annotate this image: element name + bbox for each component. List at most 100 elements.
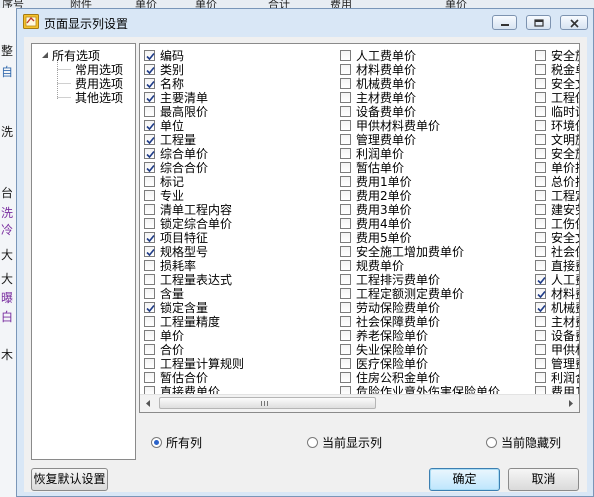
checkbox-checked[interactable] (144, 232, 155, 243)
checkbox-unchecked[interactable] (340, 232, 351, 243)
checkbox-unchecked[interactable] (340, 344, 351, 355)
column-option-label: 住房公积金单价 (356, 371, 441, 385)
checkbox-unchecked[interactable] (340, 358, 351, 369)
column-option-label: 机械费合价 (551, 301, 579, 315)
checkbox-unchecked[interactable] (340, 218, 351, 229)
close-button[interactable] (560, 15, 588, 30)
checkbox-unchecked[interactable] (340, 64, 351, 75)
checkbox-unchecked[interactable] (340, 246, 351, 257)
checkbox-checked[interactable] (144, 302, 155, 313)
checkbox-unchecked[interactable] (340, 204, 351, 215)
checkbox-unchecked[interactable] (535, 246, 546, 257)
checkbox-checked[interactable] (144, 50, 155, 61)
checkbox-checked[interactable] (144, 64, 155, 75)
checkbox-unchecked[interactable] (144, 344, 155, 355)
column-option-label: 工程量 (160, 133, 197, 147)
checkbox-checked[interactable] (144, 134, 155, 145)
checkbox-unchecked[interactable] (535, 260, 546, 271)
tree-collapse-icon[interactable] (41, 51, 49, 59)
checkbox-unchecked[interactable] (340, 134, 351, 145)
checkbox-unchecked[interactable] (144, 274, 155, 285)
column-option-label: 工程保险 (551, 91, 579, 105)
checkbox-unchecked[interactable] (535, 190, 546, 201)
checkbox-unchecked[interactable] (144, 176, 155, 187)
restore-defaults-button[interactable]: 恢复默认设置 (31, 468, 108, 491)
column-option-label: 规格型号 (160, 245, 209, 259)
checkbox-unchecked[interactable] (535, 148, 546, 159)
restore-button[interactable] (526, 15, 551, 30)
checkbox-unchecked[interactable] (340, 302, 351, 313)
checkbox-unchecked[interactable] (340, 288, 351, 299)
checkbox-unchecked[interactable] (144, 372, 155, 383)
column-option-label: 暂估单价 (356, 161, 405, 175)
ok-button[interactable]: 确定 (429, 468, 500, 491)
checkbox-unchecked[interactable] (535, 316, 546, 327)
minimize-button[interactable] (492, 15, 517, 30)
checkbox-unchecked[interactable] (144, 358, 155, 369)
checkbox-unchecked[interactable] (340, 162, 351, 173)
checkbox-unchecked[interactable] (535, 92, 546, 103)
checkbox-unchecked[interactable] (535, 330, 546, 341)
checkbox-unchecked[interactable] (144, 260, 155, 271)
checkbox-unchecked[interactable] (535, 358, 546, 369)
tree-node-other[interactable]: 其他选项 (75, 89, 123, 106)
background-row-fragment: 洗 (1, 125, 14, 139)
checkbox-unchecked[interactable] (144, 204, 155, 215)
cancel-button[interactable]: 取消 (508, 468, 579, 491)
checkbox-checked[interactable] (144, 162, 155, 173)
checkbox-unchecked[interactable] (535, 204, 546, 215)
checkbox-unchecked[interactable] (535, 218, 546, 229)
checkbox-checked[interactable] (144, 246, 155, 257)
dialog-title-bar[interactable]: 页面显示列设置 (17, 9, 593, 35)
checkbox-unchecked[interactable] (340, 92, 351, 103)
checkbox-unchecked[interactable] (340, 50, 351, 61)
checkbox-unchecked[interactable] (535, 120, 546, 131)
checkbox-checked[interactable] (144, 120, 155, 131)
checkbox-unchecked[interactable] (340, 372, 351, 383)
checkbox-checked[interactable] (535, 274, 546, 285)
checkbox-unchecked[interactable] (144, 288, 155, 299)
scroll-left-arrow-icon[interactable] (140, 395, 157, 412)
checkbox-unchecked[interactable] (340, 316, 351, 327)
radio-shown-columns-dot[interactable] (307, 437, 318, 448)
category-tree: 所有选项 常用选项 费用选项 其他选项 (31, 43, 136, 460)
checkbox-unchecked[interactable] (535, 372, 546, 383)
radio-all-columns-dot[interactable] (151, 437, 162, 448)
checkbox-unchecked[interactable] (340, 148, 351, 159)
checkbox-checked[interactable] (535, 288, 546, 299)
checkbox-unchecked[interactable] (535, 106, 546, 117)
checkbox-unchecked[interactable] (535, 64, 546, 75)
checkbox-unchecked[interactable] (340, 330, 351, 341)
checkbox-unchecked[interactable] (144, 190, 155, 201)
checkbox-unchecked[interactable] (535, 232, 546, 243)
column-option-label: 工程量精度 (160, 315, 221, 329)
checkbox-unchecked[interactable] (340, 274, 351, 285)
checkbox-unchecked[interactable] (144, 316, 155, 327)
checkbox-unchecked[interactable] (340, 78, 351, 89)
checkbox-unchecked[interactable] (144, 330, 155, 341)
checkbox-unchecked[interactable] (535, 162, 546, 173)
checkbox-checked[interactable] (144, 148, 155, 159)
checkbox-checked[interactable] (535, 302, 546, 313)
column-option-label: 费用2单价 (356, 189, 412, 203)
checkbox-unchecked[interactable] (535, 78, 546, 89)
checkbox-unchecked[interactable] (144, 106, 155, 117)
radio-shown-columns-label: 当前显示列 (322, 436, 383, 450)
checkbox-unchecked[interactable] (535, 134, 546, 145)
checkbox-unchecked[interactable] (535, 344, 546, 355)
checkbox-unchecked[interactable] (340, 106, 351, 117)
scroll-right-arrow-icon[interactable] (562, 395, 579, 412)
checkbox-unchecked[interactable] (340, 120, 351, 131)
checkbox-checked[interactable] (144, 92, 155, 103)
column-option-label: 单价措施 (551, 161, 579, 175)
radio-hidden-columns-dot[interactable] (486, 437, 497, 448)
checkbox-unchecked[interactable] (535, 176, 546, 187)
checkbox-checked[interactable] (144, 78, 155, 89)
checkbox-unchecked[interactable] (340, 190, 351, 201)
scrollbar-thumb[interactable] (159, 397, 376, 409)
checkbox-unchecked[interactable] (340, 176, 351, 187)
checkbox-unchecked[interactable] (535, 50, 546, 61)
checkbox-unchecked[interactable] (144, 218, 155, 229)
horizontal-scrollbar[interactable] (140, 394, 579, 412)
checkbox-unchecked[interactable] (340, 260, 351, 271)
